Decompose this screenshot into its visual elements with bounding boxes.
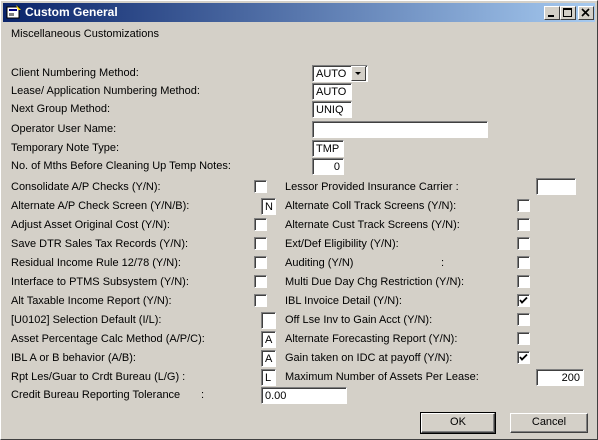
alt-ap-screen-field[interactable]: N — [261, 198, 276, 215]
multi-due-day-label: Multi Due Day Chg Restriction (Y/N): — [285, 276, 465, 288]
tolerance-label: Credit Bureau Reporting Tolerance — [11, 389, 181, 401]
ok-button[interactable]: OK — [420, 412, 496, 434]
temp-note-type-label: Temporary Note Type: — [11, 142, 120, 154]
tolerance-colon: : — [201, 389, 205, 401]
selection-default-field[interactable] — [261, 312, 276, 329]
off-lse-inv-label: Off Lse Inv to Gain Acct (Y/N): — [285, 314, 433, 326]
window-title: Custom General — [25, 5, 118, 19]
adjust-asset-cost-label: Adjust Asset Original Cost (Y/N): — [11, 219, 170, 231]
lease-numbering-field[interactable]: AUTO — [312, 83, 352, 100]
alt-coll-track-checkbox[interactable] — [517, 199, 530, 212]
section-heading: Miscellaneous Customizations — [11, 28, 159, 40]
next-group-label: Next Group Method: — [11, 103, 111, 115]
app-icon — [6, 5, 22, 20]
cancel-button[interactable]: Cancel — [510, 413, 588, 433]
title-bar[interactable]: Custom General — [3, 3, 595, 22]
rpt-les-guar-label: Rpt Les/Guar to Crdt Bureau (L/G) : — [11, 371, 186, 383]
alt-cust-track-checkbox[interactable] — [517, 218, 530, 231]
ibl-behavior-field[interactable]: A — [261, 350, 276, 367]
maximize-button[interactable] — [560, 6, 576, 20]
alt-coll-track-label: Alternate Coll Track Screens (Y/N): — [285, 200, 457, 212]
next-group-field[interactable]: UNIQ — [312, 101, 352, 118]
auditing-label: Auditing (Y/N) — [285, 257, 354, 269]
checkmark-icon — [519, 353, 528, 361]
ptms-interface-checkbox[interactable] — [254, 275, 267, 288]
auditing-checkbox[interactable] — [517, 256, 530, 269]
ibl-invoice-detail-checkbox[interactable] — [517, 294, 530, 307]
ptms-interface-label: Interface to PTMS Subsystem (Y/N): — [11, 276, 189, 288]
save-dtr-checkbox[interactable] — [254, 237, 267, 250]
gain-idc-payoff-label: Gain taken on IDC at payoff (Y/N): — [285, 352, 453, 364]
insurance-carrier-field[interactable] — [536, 178, 576, 195]
alt-ap-screen-label: Alternate A/P Check Screen (Y/N/B): — [11, 200, 190, 212]
temp-note-type-field[interactable]: TMP — [312, 140, 344, 157]
rpt-les-guar-field[interactable]: L — [261, 369, 276, 386]
close-button[interactable] — [578, 6, 594, 20]
max-assets-field[interactable]: 200 — [536, 369, 584, 386]
operator-user-label: Operator User Name: — [11, 123, 117, 135]
alt-taxable-income-label: Alt Taxable Income Report (Y/N): — [11, 295, 172, 307]
ext-def-eligibility-checkbox[interactable] — [517, 237, 530, 250]
ext-def-eligibility-label: Ext/Def Eligibility (Y/N): — [285, 238, 399, 250]
adjust-asset-cost-checkbox[interactable] — [254, 218, 267, 231]
tolerance-field[interactable]: 0.00 — [261, 387, 347, 404]
client-numbering-label: Client Numbering Method: — [11, 67, 139, 79]
consolidate-ap-checkbox[interactable] — [254, 180, 267, 193]
residual-income-checkbox[interactable] — [254, 256, 267, 269]
asset-pct-calc-field[interactable]: A — [261, 331, 276, 348]
asset-pct-calc-label: Asset Percentage Calc Method (A/P/C): — [11, 333, 205, 345]
save-dtr-label: Save DTR Sales Tax Records (Y/N): — [11, 238, 189, 250]
temp-notes-months-label: No. of Mths Before Cleaning Up Temp Note… — [11, 160, 231, 172]
custom-general-window: Custom General Miscellaneous Customizati… — [0, 0, 598, 440]
alt-forecasting-label: Alternate Forecasting Report (Y/N): — [285, 333, 458, 345]
selection-default-label: [U0102] Selection Default (I/L): — [11, 314, 162, 326]
alt-taxable-income-checkbox[interactable] — [254, 294, 267, 307]
lease-numbering-label: Lease/ Application Numbering Method: — [11, 85, 200, 97]
minimize-button[interactable] — [544, 6, 560, 20]
checkmark-icon — [519, 296, 528, 304]
alt-forecasting-checkbox[interactable] — [517, 332, 530, 345]
ibl-behavior-label: IBL A or B behavior (A/B): — [11, 352, 136, 364]
off-lse-inv-checkbox[interactable] — [517, 313, 530, 326]
client-numbering-value: AUTO — [316, 68, 347, 80]
multi-due-day-checkbox[interactable] — [517, 275, 530, 288]
ibl-invoice-detail-label: IBL Invoice Detail (Y/N): — [285, 295, 402, 307]
insurance-carrier-label: Lessor Provided Insurance Carrier : — [285, 181, 459, 193]
temp-notes-months-field[interactable]: 0 — [312, 158, 344, 175]
gain-idc-payoff-checkbox[interactable] — [517, 351, 530, 364]
auditing-colon: : — [441, 257, 445, 269]
max-assets-label: Maximum Number of Assets Per Lease: — [285, 371, 479, 383]
consolidate-ap-label: Consolidate A/P Checks (Y/N): — [11, 181, 161, 193]
chevron-down-icon[interactable] — [351, 66, 366, 81]
alt-cust-track-label: Alternate Cust Track Screens (Y/N): — [285, 219, 460, 231]
residual-income-label: Residual Income Rule 12/78 (Y/N): — [11, 257, 181, 269]
operator-user-field[interactable] — [312, 121, 488, 138]
